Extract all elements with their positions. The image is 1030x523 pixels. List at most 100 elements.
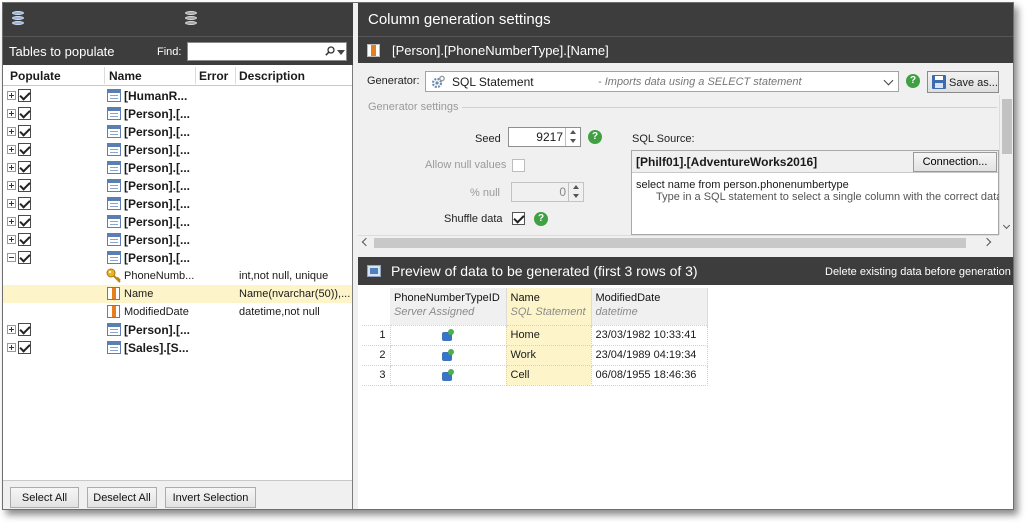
sql-statement-input[interactable]: select name from person.phonenumbertype: [636, 179, 849, 191]
populate-checkbox[interactable]: [18, 161, 31, 174]
find-dropdown-icon[interactable]: [337, 50, 345, 55]
database-icon[interactable]: [12, 11, 24, 26]
column-row[interactable]: PhoneNumb... int,not null, unique: [3, 267, 352, 285]
preview-col-header-id[interactable]: PhoneNumberTypeID Server Assigned: [390, 288, 507, 325]
table-row[interactable]: [Sales].[S...: [3, 339, 352, 357]
expand-icon[interactable]: [7, 181, 16, 190]
populate-checkbox[interactable]: [18, 233, 31, 246]
table-row[interactable]: 1 Home 23/03/1982 10:33:41: [362, 324, 708, 346]
scroll-down-icon[interactable]: [1002, 221, 1011, 230]
expand-icon[interactable]: [7, 145, 16, 154]
chevron-down-icon[interactable]: [883, 75, 894, 86]
settings-horizontal-scrollbar[interactable]: [358, 235, 999, 249]
shuffle-checkbox[interactable]: [512, 212, 525, 225]
tables-to-populate-header: Tables to populate Find:: [3, 36, 353, 65]
col-header-name[interactable]: Name: [109, 69, 142, 83]
allow-null-checkbox[interactable]: [512, 159, 525, 172]
populate-checkbox[interactable]: [18, 251, 31, 264]
deselect-all-button[interactable]: Deselect All: [87, 487, 157, 508]
table-row[interactable]: [Person].[...: [3, 321, 352, 339]
expand-icon[interactable]: [7, 235, 16, 244]
preview-table: PhoneNumberTypeID Server Assigned Name S…: [362, 288, 708, 386]
table-row[interactable]: [Person].[...: [3, 231, 352, 249]
table-row[interactable]: [Person].[...: [3, 213, 352, 231]
table-icon: [107, 107, 121, 120]
help-icon[interactable]: ?: [534, 212, 548, 226]
pct-null-stepper[interactable]: 0: [511, 182, 584, 202]
search-icon[interactable]: [325, 46, 335, 56]
populate-checkbox[interactable]: [18, 197, 31, 210]
table-row[interactable]: [HumanR...: [3, 87, 352, 105]
scroll-thumb[interactable]: [374, 238, 966, 248]
populate-checkbox[interactable]: [18, 323, 31, 336]
generator-select[interactable]: SQL Statement - Imports data using a SEL…: [425, 71, 899, 92]
connection-bar: [Philf01].[AdventureWorks2016] Connectio…: [632, 151, 998, 173]
table-row[interactable]: 2 Work 23/04/1989 04:19:34: [362, 344, 708, 366]
table-row[interactable]: 3 Cell 06/08/1955 18:46:36: [362, 364, 708, 386]
stepper-arrows-icon[interactable]: [568, 183, 583, 201]
column-row-selected[interactable]: Name Name(nvarchar(50)),...: [3, 285, 352, 303]
column-name: PhoneNumb...: [124, 270, 195, 282]
col-header-populate[interactable]: Populate: [10, 69, 61, 83]
table-name: [Person].[...: [124, 233, 191, 247]
expand-icon[interactable]: [7, 217, 16, 226]
table-row[interactable]: [Person].[...: [3, 141, 352, 159]
expand-icon[interactable]: [7, 163, 16, 172]
scroll-right-icon[interactable]: [982, 237, 992, 247]
seed-value: 9217: [536, 130, 563, 144]
preview-col-header-name[interactable]: Name SQL Statement: [506, 288, 592, 325]
expand-icon[interactable]: [7, 343, 16, 352]
table-row[interactable]: [Person].[...: [3, 159, 352, 177]
save-as-label: Save as...: [949, 77, 998, 89]
expand-icon[interactable]: [7, 199, 16, 208]
populate-checkbox[interactable]: [18, 89, 31, 102]
help-icon[interactable]: ?: [588, 130, 602, 144]
column-row[interactable]: ModifiedDate datetime,not null: [3, 303, 352, 321]
scroll-thumb[interactable]: [1002, 99, 1012, 154]
table-row[interactable]: [Person].[...: [3, 123, 352, 141]
column-description: Name(nvarchar(50)),...: [239, 288, 351, 300]
tables-grid-rows: [HumanR... [Person].[... [Person].[... […: [3, 87, 352, 357]
help-icon[interactable]: ?: [906, 74, 920, 88]
col-header-error[interactable]: Error: [199, 69, 228, 83]
database-gray-icon[interactable]: [185, 11, 197, 26]
table-row[interactable]: [Person].[...: [3, 177, 352, 195]
table-row-expanded[interactable]: [Person].[...: [3, 249, 352, 267]
column-icon: [367, 44, 380, 57]
expand-icon[interactable]: [7, 109, 16, 118]
sql-source-label: SQL Source:: [632, 133, 695, 145]
modified-date-cell: 06/08/1955 18:46:36: [590, 364, 708, 386]
select-all-button[interactable]: Select All: [10, 487, 79, 508]
find-input[interactable]: [187, 42, 347, 61]
preview-header: Preview of data to be generated (first 3…: [358, 257, 1013, 285]
invert-selection-button[interactable]: Invert Selection: [165, 487, 256, 508]
expand-icon[interactable]: [7, 91, 16, 100]
preview-col-header-modified[interactable]: ModifiedDate datetime: [591, 288, 708, 325]
find-label: Find:: [157, 46, 182, 58]
stepper-arrows-icon[interactable]: [565, 128, 580, 146]
connection-button[interactable]: Connection...: [913, 152, 997, 172]
expand-icon[interactable]: [7, 127, 16, 136]
seed-stepper[interactable]: 9217: [508, 127, 581, 147]
table-row[interactable]: [Person].[...: [3, 105, 352, 123]
row-number: 1: [362, 324, 391, 346]
populate-checkbox[interactable]: [18, 143, 31, 156]
populate-checkbox[interactable]: [18, 107, 31, 120]
populate-checkbox[interactable]: [18, 341, 31, 354]
modified-date-cell: 23/03/1982 10:33:41: [590, 324, 708, 346]
expand-icon[interactable]: [7, 325, 16, 334]
allow-null-label: Allow null values: [425, 159, 507, 171]
populate-checkbox[interactable]: [18, 125, 31, 138]
scroll-left-icon[interactable]: [361, 237, 371, 247]
row-number-header: [362, 288, 390, 325]
table-row[interactable]: [Person].[...: [3, 195, 352, 213]
collapse-icon[interactable]: [7, 253, 16, 262]
populate-checkbox[interactable]: [18, 215, 31, 228]
col-header-description[interactable]: Description: [239, 69, 305, 83]
delete-existing-data-label[interactable]: Delete existing data before generation: [825, 266, 1011, 278]
name-cell: Work: [505, 344, 592, 366]
save-as-button[interactable]: Save as...: [927, 71, 999, 93]
populate-checkbox[interactable]: [18, 179, 31, 192]
table-icon: [107, 233, 121, 246]
settings-vertical-scrollbar[interactable]: [999, 95, 1013, 235]
